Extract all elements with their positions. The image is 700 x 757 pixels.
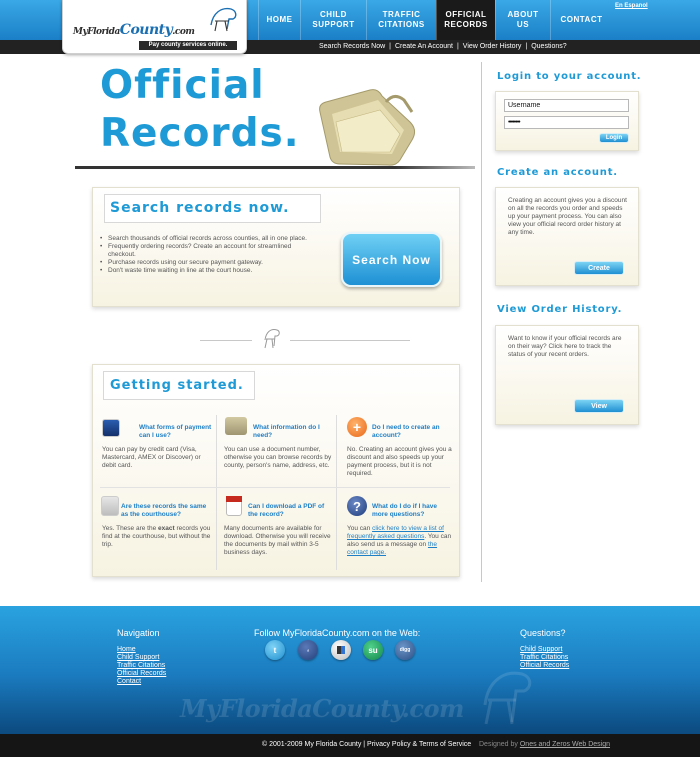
order-history-heading: View Order History. — [497, 304, 623, 315]
create-account-heading: Create an account. — [497, 167, 618, 178]
search-records-heading: Search records now. — [110, 200, 290, 216]
footer-social-heading: Follow MyFloridaCounty.com on the Web: — [254, 628, 421, 638]
faq-answer-pdf: Many documents are available for downloa… — [224, 525, 331, 556]
footer-link-official-records[interactable]: Official Records — [117, 670, 166, 678]
subnav-create-account[interactable]: Create An Account — [395, 43, 453, 50]
username-field[interactable]: Username — [504, 99, 629, 112]
add-icon: + — [347, 417, 367, 437]
faq-answer-courthouse: Yes. These are the exact records you fin… — [102, 525, 211, 548]
faq-question-courthouse[interactable]: Are these records the same as the courth… — [121, 503, 211, 519]
footer-link-traffic-citations[interactable]: Traffic Citations — [117, 662, 166, 670]
login-button[interactable]: Login — [599, 133, 629, 143]
logo-tagline: Pay county services online. — [139, 41, 237, 50]
create-account-text: Creating an account gives you a discount… — [508, 197, 627, 236]
column-divider — [216, 415, 217, 570]
nav-contact[interactable]: CONTACT — [550, 0, 612, 40]
list-item: Purchase records using our secure paymen… — [100, 259, 320, 267]
search-benefits-list: Search thousands of official records acr… — [100, 235, 320, 275]
designer-link[interactable]: Ones and Zeros Web Design — [520, 741, 610, 748]
password-field[interactable]: •••••••• — [504, 116, 629, 129]
faq-question-account[interactable]: Do I need to create an account? — [372, 424, 452, 440]
folder-illustration-icon — [319, 89, 416, 166]
page-title-line2: Records. — [100, 111, 300, 156]
file-drawer-icon — [225, 417, 247, 435]
designer-credit: Designed by Ones and Zeros Web Design — [479, 741, 610, 748]
faq-answer-information: You can use a document number, otherwise… — [224, 446, 332, 469]
subnav-search-records[interactable]: Search Records Now — [319, 43, 385, 50]
nav-child-support[interactable]: CHILD SUPPORT — [300, 0, 366, 40]
logo-text: MyFloridaCounty.com — [73, 22, 195, 38]
question-icon: ? — [347, 496, 367, 516]
footer-nav-links: Home Child Support Traffic Citations Off… — [117, 646, 166, 686]
chair-icon — [264, 329, 280, 349]
row-divider — [100, 487, 450, 488]
footer-link-child-support[interactable]: Child Support — [117, 654, 166, 662]
section-divider — [290, 340, 410, 341]
list-item: Frequently ordering records? Create an a… — [100, 243, 320, 259]
stumbleupon-icon[interactable]: su — [363, 640, 383, 660]
page-title: Official Records. — [100, 62, 300, 158]
digg-icon[interactable]: digg — [395, 640, 415, 660]
getting-started-heading: Getting started. — [110, 378, 244, 393]
list-item: Search thousands of official records acr… — [100, 235, 320, 243]
nav-about-us[interactable]: ABOUT US — [495, 0, 550, 40]
section-divider — [200, 340, 252, 341]
pdf-label-icon — [226, 496, 242, 502]
view-button[interactable]: View — [574, 399, 624, 413]
footer-question-official-records[interactable]: Official Records — [520, 662, 569, 670]
search-now-button[interactable]: Search Now — [341, 232, 442, 287]
faq-question-more[interactable]: What do I do if I have more questions? — [372, 503, 452, 519]
login-heading: Login to your account. — [497, 71, 642, 82]
footer-link-contact[interactable]: Contact — [117, 678, 166, 686]
nav-traffic-citations[interactable]: TRAFFIC CITATIONS — [366, 0, 436, 40]
nav-home[interactable]: HOME — [258, 0, 300, 40]
subnav-view-order-history[interactable]: View Order History — [463, 43, 522, 50]
list-item: Don't waste time waiting in line at the … — [100, 267, 320, 275]
hero-divider — [75, 166, 475, 169]
faq-question-pdf[interactable]: Can I download a PDF of the record? — [248, 503, 334, 519]
subnav-separator: | — [389, 43, 391, 50]
espanol-link[interactable]: En Espanol — [615, 3, 648, 9]
delicious-icon[interactable] — [331, 640, 351, 660]
twitter-icon[interactable]: t — [265, 640, 285, 660]
credit-card-icon — [102, 419, 120, 437]
faq-question-information[interactable]: What information do I need? — [253, 424, 333, 440]
facebook-icon[interactable]: f — [298, 640, 318, 660]
footer-question-child-support[interactable]: Child Support — [520, 646, 569, 654]
footer-question-traffic-citations[interactable]: Traffic Citations — [520, 654, 569, 662]
subnav-separator: | — [456, 43, 459, 50]
page-title-line1: Official — [100, 63, 265, 108]
sub-nav-links: Search Records Now | Create An Account | Vie… — [319, 43, 567, 50]
order-history-text: Want to know if your official records ar… — [508, 335, 622, 358]
subnav-questions[interactable]: Questions? — [531, 43, 566, 50]
chair-watermark-icon — [483, 671, 532, 725]
courthouse-document-icon — [101, 496, 119, 516]
footer-question-links: Child Support Traffic Citations Official… — [520, 646, 569, 670]
faq-answer-account: No. Creating an account gives you a disc… — [347, 446, 452, 477]
nav-official-records[interactable]: OFFICIAL RECORDS — [436, 0, 495, 40]
sidebar-divider — [481, 62, 482, 582]
subnav-separator: | — [525, 43, 528, 50]
footer-questions-heading: Questions? — [520, 628, 566, 638]
chair-logo-icon — [210, 7, 237, 32]
column-divider — [336, 415, 337, 570]
create-button[interactable]: Create — [574, 261, 624, 275]
site-logo[interactable]: MyFloridaCounty.com Pay county services … — [62, 0, 247, 54]
faq-answer-more: You can click here to view a list of fre… — [347, 525, 452, 556]
footer-nav-heading: Navigation — [117, 628, 160, 638]
faq-question-payment[interactable]: What forms of payment can I use? — [139, 424, 214, 440]
footer-watermark: MyFloridaCounty.com — [180, 694, 464, 723]
footer-link-home[interactable]: Home — [117, 646, 166, 654]
faq-answer-payment: You can pay by credit card (Visa, Master… — [102, 446, 201, 469]
copyright-text[interactable]: © 2001-2009 My Florida County | Privacy … — [262, 741, 471, 748]
